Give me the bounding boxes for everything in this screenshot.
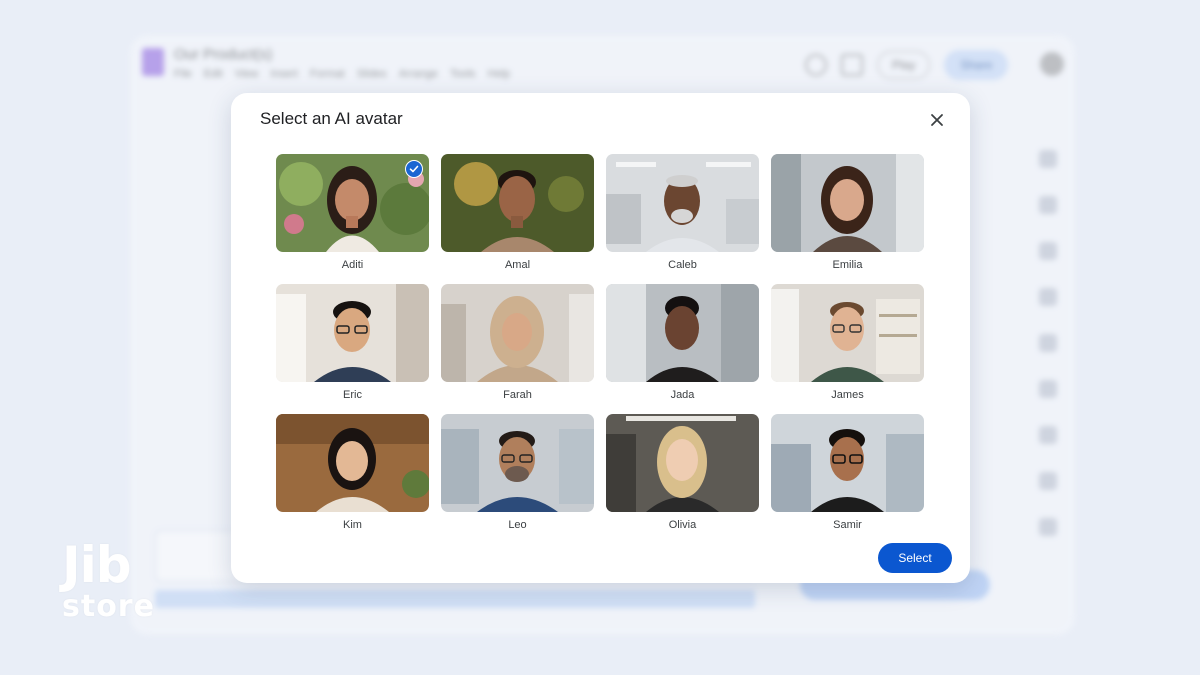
close-icon	[931, 114, 943, 126]
side-icon	[1038, 196, 1057, 214]
side-icon	[1038, 150, 1057, 168]
menu-item-arrange: Arrange	[398, 68, 438, 80]
menu-item-tools: Tools	[449, 68, 476, 80]
timeline-bar	[155, 590, 755, 608]
avatar-grid: Aditi Amal Caleb Emilia Eric Farah Jada …	[276, 154, 924, 532]
avatar-portrait-caleb	[606, 154, 759, 252]
menu-item-edit: Edit	[203, 68, 223, 80]
avatar-card-farah[interactable]: Farah	[441, 284, 594, 402]
history-icon	[805, 54, 827, 76]
avatar-name: Eric	[343, 389, 362, 401]
avatar-name: Emilia	[832, 259, 863, 271]
menu-item-file: File	[174, 68, 192, 80]
avatar-card-caleb[interactable]: Caleb	[606, 154, 759, 272]
avatar-thumbnail	[276, 414, 429, 512]
top-toolbar: Play Share	[805, 50, 1009, 80]
avatar-thumbnail	[606, 154, 759, 252]
avatar-thumbnail	[771, 414, 924, 512]
avatar-name: Aditi	[341, 259, 364, 271]
menu-item-help: Help	[487, 68, 511, 80]
close-button[interactable]	[925, 108, 949, 132]
avatar-card-jada[interactable]: Jada	[606, 284, 759, 402]
avatar-thumbnail	[606, 414, 759, 512]
play-button: Play	[877, 51, 931, 79]
selected-check-icon	[405, 160, 423, 178]
slides-doc-icon	[142, 48, 164, 76]
comments-icon	[841, 54, 863, 76]
share-button: Share	[944, 50, 1009, 80]
menu-item-insert: Insert	[270, 68, 298, 80]
avatar-name: Kim	[343, 519, 362, 531]
avatar-name: Farah	[503, 389, 532, 401]
avatar-thumbnail	[276, 284, 429, 382]
menu-item-slides: Slides	[356, 68, 387, 80]
avatar-portrait-leo	[441, 414, 594, 512]
avatar-portrait-james	[771, 284, 924, 382]
avatar-portrait-eric	[276, 284, 429, 382]
avatar-thumbnail	[771, 284, 924, 382]
avatar-card-james[interactable]: James	[771, 284, 924, 402]
watermark-line2: store	[62, 589, 155, 624]
avatar-portrait-kim	[276, 414, 429, 512]
avatar-portrait-amal	[441, 154, 594, 252]
avatar-card-emilia[interactable]: Emilia	[771, 154, 924, 272]
avatar-name: Jada	[670, 389, 695, 401]
avatar-portrait-olivia	[606, 414, 759, 512]
avatar-portrait-farah	[441, 284, 594, 382]
side-icon	[1038, 380, 1057, 398]
side-icon	[1038, 518, 1057, 536]
side-icon	[1038, 242, 1057, 260]
avatar-portrait-emilia	[771, 154, 924, 252]
avatar-card-leo[interactable]: Leo	[441, 414, 594, 532]
side-icon	[1038, 334, 1057, 352]
select-avatar-dialog: Select an AI avatar Aditi Amal Caleb Emi…	[231, 93, 970, 583]
avatar-thumbnail	[771, 154, 924, 252]
menu-item-view: View	[234, 68, 259, 80]
side-icon	[1038, 472, 1057, 490]
avatar-portrait-jada	[606, 284, 759, 382]
avatar-name: Samir	[833, 519, 862, 531]
menu-bar: File Edit View Insert Format Slides Arra…	[174, 68, 510, 80]
avatar-thumbnail	[441, 154, 594, 252]
doc-title: Our Product(s)	[174, 46, 273, 63]
avatar-thumbnail	[441, 284, 594, 382]
avatar-card-eric[interactable]: Eric	[276, 284, 429, 402]
side-icon	[1038, 288, 1057, 306]
avatar-portrait-samir	[771, 414, 924, 512]
avatar-thumbnail	[606, 284, 759, 382]
dialog-title: Select an AI avatar	[260, 109, 403, 128]
watermark-logo: Jib store	[62, 540, 155, 622]
watermark-line1: Jib	[62, 536, 132, 594]
menu-item-format: Format	[309, 68, 345, 80]
avatar-thumbnail	[441, 414, 594, 512]
avatar-name: Olivia	[668, 519, 697, 531]
avatar-card-aditi[interactable]: Aditi	[276, 154, 429, 272]
side-icon	[1038, 426, 1057, 444]
avatar-card-olivia[interactable]: Olivia	[606, 414, 759, 532]
select-button[interactable]: Select	[878, 543, 952, 573]
account-avatar	[1040, 52, 1064, 76]
avatar-name: Caleb	[668, 259, 697, 271]
side-panel	[1025, 150, 1070, 570]
avatar-card-amal[interactable]: Amal	[441, 154, 594, 272]
avatar-name: James	[831, 389, 864, 401]
avatar-card-kim[interactable]: Kim	[276, 414, 429, 532]
avatar-card-samir[interactable]: Samir	[771, 414, 924, 532]
avatar-name: Leo	[508, 519, 527, 531]
avatar-thumbnail	[276, 154, 429, 252]
avatar-name: Amal	[504, 259, 531, 271]
